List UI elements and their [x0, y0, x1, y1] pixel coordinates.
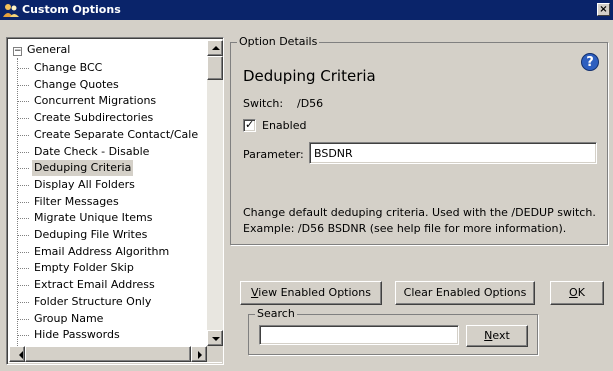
tree-rows: − General Change BCC Change Quotes Concurr…: [9, 40, 205, 346]
tree-item[interactable]: Filter Messages: [18, 194, 205, 210]
tree-item[interactable]: Create Subdirectories: [18, 110, 205, 126]
tree-connector: [18, 218, 29, 220]
tree-connector: [18, 84, 29, 86]
tree-vertical-scrollbar[interactable]: [207, 40, 223, 346]
tree-connector: [18, 335, 29, 337]
switch-label: Switch:: [243, 97, 284, 110]
arrow-up-icon: [212, 46, 220, 50]
arrow-right-icon: [198, 351, 206, 359]
switch-value: /D56: [297, 97, 324, 110]
tree-item[interactable]: Deduping Criteria: [18, 160, 205, 177]
tree-horizontal-scrollbar[interactable]: [9, 346, 207, 362]
clear-enabled-options-button[interactable]: Clear Enabled Options: [395, 281, 535, 305]
tree-connector: [18, 168, 29, 170]
tree-item-label: Deduping Criteria: [32, 160, 134, 177]
help-icon[interactable]: ?: [581, 53, 599, 71]
option-title: Deduping Criteria: [243, 67, 376, 85]
tree-item[interactable]: Extract Email Address: [18, 277, 205, 293]
tree-item-label: Create Separate Contact/Cale: [34, 127, 199, 141]
tree-connector: [18, 101, 29, 103]
tree-item-label: Filter Messages: [34, 194, 119, 208]
option-details-group: Option Details Deduping Criteria ? Switc…: [230, 35, 608, 245]
options-tree[interactable]: − General Change BCC Change Quotes Concurr…: [6, 37, 224, 365]
ok-label: K: [577, 286, 585, 299]
tree-connector: [18, 68, 29, 69]
parameter-value: BSDNR: [314, 147, 353, 160]
tree-item[interactable]: Date Check - Disable: [18, 144, 205, 160]
ok-accel-key: O: [569, 286, 578, 299]
tree-item[interactable]: Empty Folder Skip: [18, 260, 205, 276]
parameter-input[interactable]: BSDNR: [309, 142, 597, 164]
close-icon: ×: [599, 4, 608, 15]
tree-item[interactable]: Deduping File Writes: [18, 227, 205, 243]
tree-item-label: Group Name: [34, 311, 104, 325]
tree-item-label: Create Subdirectories: [34, 111, 154, 125]
tree-item[interactable]: Concurrent Migrations: [18, 93, 205, 109]
checkmark-icon: ✓: [245, 118, 255, 131]
tree-root-general[interactable]: General: [27, 42, 70, 58]
next-button[interactable]: Next: [466, 325, 528, 347]
scroll-thumb-horizontal[interactable]: [25, 346, 191, 362]
scroll-down-button[interactable]: [207, 330, 223, 346]
tree-connector: [18, 134, 29, 136]
tree-item-label: Display All Folders: [34, 177, 135, 191]
scrollbar-corner: [207, 346, 223, 362]
tree-item[interactable]: Hide Passwords: [18, 327, 205, 343]
tree-connector: [18, 201, 29, 203]
option-description: Change default deduping criteria. Used w…: [243, 205, 603, 237]
custom-options-window: Custom Options × − General Change BCC Cha…: [0, 0, 613, 371]
collapse-icon[interactable]: −: [13, 47, 22, 56]
search-legend: Search: [255, 307, 297, 320]
close-button[interactable]: ×: [597, 3, 610, 16]
scroll-thumb[interactable]: [207, 56, 223, 80]
parameter-label: Parameter:: [243, 148, 304, 161]
arrow-down-icon: [212, 337, 220, 341]
app-icon: [3, 4, 19, 17]
tree-item[interactable]: Group Name: [18, 311, 205, 327]
option-details-legend: Option Details: [237, 35, 320, 48]
tree-connector: [18, 184, 29, 186]
tree-item[interactable]: Create Separate Contact/Cale: [18, 127, 205, 143]
title-bar[interactable]: Custom Options ×: [0, 0, 613, 20]
tree-item[interactable]: Change BCC: [18, 60, 205, 76]
description-line-1: Change default deduping criteria. Used w…: [243, 206, 596, 219]
tree-connector: [18, 151, 29, 153]
view-enabled-options-button[interactable]: View Enabled Options: [240, 281, 382, 305]
scroll-right-button[interactable]: [191, 346, 207, 362]
tree-item-label: Change Quotes: [34, 77, 119, 91]
tree-item-label: Change BCC: [34, 61, 103, 74]
window-title: Custom Options: [22, 3, 121, 16]
search-input[interactable]: [259, 325, 459, 345]
tree-connector: [18, 268, 29, 270]
ok-button[interactable]: OK: [550, 281, 604, 305]
arrow-left-icon: [15, 351, 23, 359]
tree-item-label: Empty Folder Skip: [34, 261, 134, 275]
tree-connector: [18, 251, 29, 253]
tree-item-label: Date Check - Disable: [34, 144, 150, 158]
tree-item-label: Migrate Unique Items: [34, 211, 153, 225]
tree-item[interactable]: Folder Structure Only: [18, 294, 205, 310]
tree-connector: [18, 285, 29, 287]
scroll-up-button[interactable]: [207, 40, 223, 56]
description-line-2: Example: /D56 BSDNR (see help file for m…: [243, 222, 567, 235]
next-label: ext: [492, 329, 510, 342]
tree-item-label: Extract Email Address: [34, 278, 155, 292]
tree-item-label: Folder Structure Only: [34, 294, 152, 308]
tree-connector: [18, 235, 29, 236]
enabled-checkbox[interactable]: ✓: [243, 118, 256, 132]
tree-item[interactable]: Email Address Algorithm: [18, 244, 205, 260]
tree-item[interactable]: Change Quotes: [18, 77, 205, 93]
tree-item-label: Deduping File Writes: [34, 228, 148, 241]
view-label: iew Enabled Options: [258, 286, 371, 299]
tree-item-label: Hide Passwords: [34, 328, 120, 342]
tree-item-label: Email Address Algorithm: [34, 244, 170, 258]
tree-connector: [18, 318, 29, 320]
tree-item-label: Concurrent Migrations: [34, 94, 157, 108]
tree-item[interactable]: Migrate Unique Items: [18, 210, 205, 226]
enabled-label[interactable]: Enabled: [262, 119, 306, 132]
tree-item[interactable]: Display All Folders: [18, 177, 205, 193]
tree-connector: [18, 118, 29, 120]
scroll-left-button[interactable]: [9, 346, 25, 362]
tree-connector: [18, 301, 29, 303]
